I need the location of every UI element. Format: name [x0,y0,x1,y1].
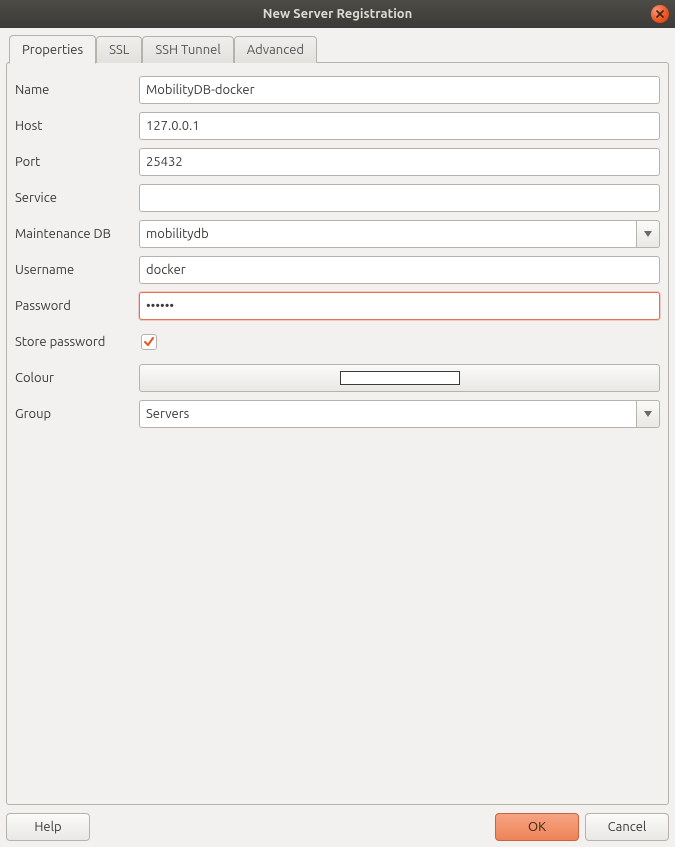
tabstrip: Properties SSL SSH Tunnel Advanced [6,34,669,63]
check-icon [143,336,155,348]
label-colour: Colour [15,371,139,385]
row-group: Group Servers [15,399,660,429]
maintenance-db-value[interactable]: mobilitydb [139,220,636,248]
row-maintenance-db: Maintenance DB mobilitydb [15,219,660,249]
maintenance-db-combo[interactable]: mobilitydb [139,220,660,248]
label-username: Username [15,263,139,277]
label-port: Port [15,155,139,169]
row-service: Service [15,183,660,213]
help-button[interactable]: Help [6,813,90,841]
password-input[interactable] [139,292,660,320]
tab-ssl[interactable]: SSL [96,36,142,63]
tab-content-properties: Name Host Port Service Maintenance DB mo… [6,62,669,805]
ok-button[interactable]: OK [495,813,579,841]
tab-properties[interactable]: Properties [9,35,96,64]
label-maintenance-db: Maintenance DB [15,227,139,241]
close-button[interactable] [651,5,669,23]
row-colour: Colour [15,363,660,393]
name-input[interactable] [139,76,660,104]
window-body: Properties SSL SSH Tunnel Advanced Name … [0,28,675,847]
group-value[interactable]: Servers [139,400,636,428]
row-name: Name [15,75,660,105]
colour-swatch [340,371,460,385]
row-password: Password [15,291,660,321]
label-store-password: Store password [15,335,139,349]
row-username: Username [15,255,660,285]
row-store-password: Store password [15,327,660,357]
row-host: Host [15,111,660,141]
port-input[interactable] [139,148,660,176]
cancel-button[interactable]: Cancel [585,813,669,841]
group-combo[interactable]: Servers [139,400,660,428]
row-port: Port [15,147,660,177]
label-password: Password [15,299,139,313]
store-password-checkbox[interactable] [141,334,157,350]
label-service: Service [15,191,139,205]
window-title: New Server Registration [263,7,412,21]
service-input[interactable] [139,184,660,212]
label-group: Group [15,407,139,421]
button-bar: Help OK Cancel [6,813,669,841]
titlebar: New Server Registration [0,0,675,28]
label-name: Name [15,83,139,97]
group-dropdown-button[interactable] [636,400,660,428]
host-input[interactable] [139,112,660,140]
label-host: Host [15,119,139,133]
colour-button[interactable] [139,364,660,392]
username-input[interactable] [139,256,660,284]
chevron-down-icon [644,231,652,237]
chevron-down-icon [644,411,652,417]
maintenance-db-dropdown-button[interactable] [636,220,660,248]
tab-advanced[interactable]: Advanced [234,36,317,63]
tab-ssh-tunnel[interactable]: SSH Tunnel [142,36,233,63]
close-icon [656,10,664,18]
